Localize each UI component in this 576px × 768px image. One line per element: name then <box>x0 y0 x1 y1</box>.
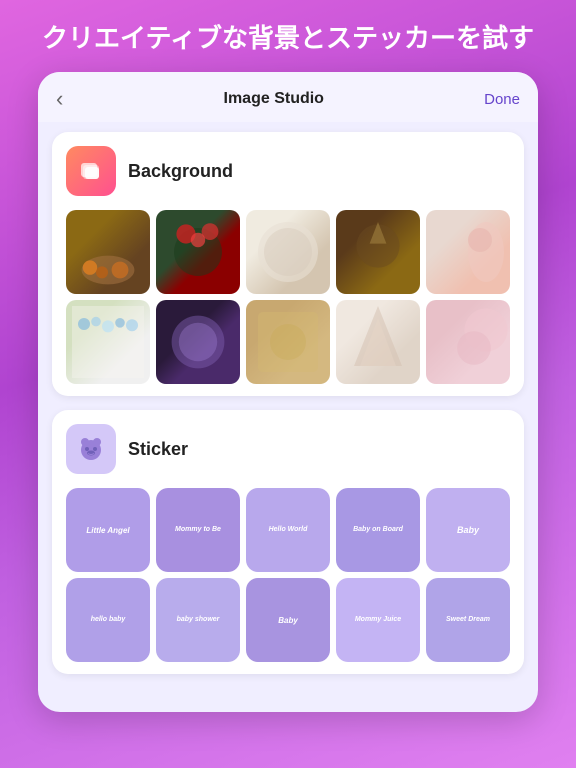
bg-thumb-10[interactable] <box>426 300 510 384</box>
sticker-item-10[interactable]: Sweet Dream <box>426 578 510 662</box>
sticker-item-6[interactable]: hello baby <box>66 578 150 662</box>
background-grid <box>66 210 510 384</box>
background-label: Background <box>128 161 233 182</box>
sticker-item-3[interactable]: Hello World <box>246 488 330 572</box>
sticker-item-7[interactable]: baby shower <box>156 578 240 662</box>
hero-text: クリエイティブな背景とステッカーを試す <box>12 0 564 72</box>
sticker-item-2[interactable]: Mommy to Be <box>156 488 240 572</box>
sticker-header: Sticker <box>66 424 510 474</box>
bg-thumb-8[interactable] <box>246 300 330 384</box>
sticker-icon[interactable] <box>66 424 116 474</box>
sticker-item-9[interactable]: Mommy Juice <box>336 578 420 662</box>
bg-thumb-5[interactable] <box>426 210 510 294</box>
scroll-content: Background <box>38 122 538 712</box>
background-icon[interactable] <box>66 146 116 196</box>
sticker-item-4[interactable]: Baby on Board <box>336 488 420 572</box>
header-title: Image Studio <box>224 90 324 108</box>
back-button[interactable]: ‹ <box>56 86 63 112</box>
sticker-item-5[interactable]: Baby <box>426 488 510 572</box>
sticker-label: Sticker <box>128 439 188 460</box>
bg-thumb-2[interactable] <box>156 210 240 294</box>
bg-thumb-3[interactable] <box>246 210 330 294</box>
app-header: ‹ Image Studio Done <box>38 72 538 122</box>
background-header: Background <box>66 146 510 196</box>
device-frame: ‹ Image Studio Done Background <box>38 72 538 712</box>
sticker-item-8[interactable]: Baby <box>246 578 330 662</box>
bg-thumb-1[interactable] <box>66 210 150 294</box>
bg-thumb-7[interactable] <box>156 300 240 384</box>
sticker-grid: Little Angel Mommy to Be Hello World Bab… <box>66 488 510 662</box>
bg-thumb-4[interactable] <box>336 210 420 294</box>
sticker-item-1[interactable]: Little Angel <box>66 488 150 572</box>
bg-thumb-6[interactable] <box>66 300 150 384</box>
background-section-card: Background <box>52 132 524 396</box>
done-button[interactable]: Done <box>484 91 520 108</box>
sticker-section-card: Sticker Little Angel Mommy to Be Hello W… <box>52 410 524 674</box>
bg-thumb-9[interactable] <box>336 300 420 384</box>
